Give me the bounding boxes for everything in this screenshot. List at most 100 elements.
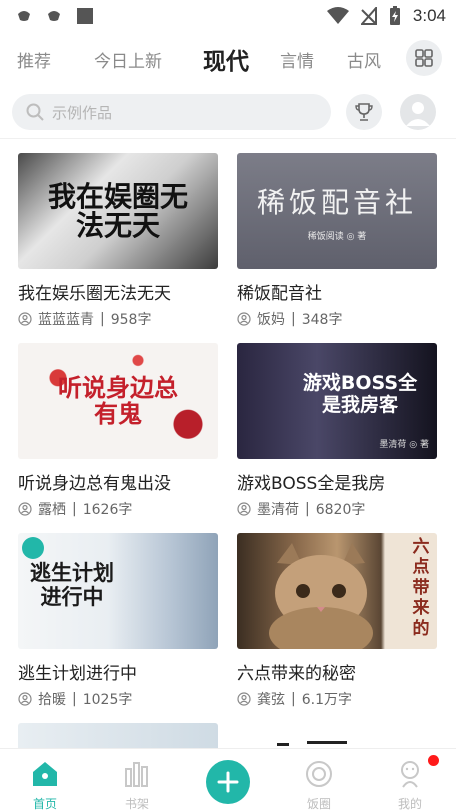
book-meta: 龚弦 | 6.1万字	[237, 689, 437, 709]
tab-today-new[interactable]: 今日上新	[94, 47, 162, 72]
author-icon	[18, 502, 32, 516]
tab-ancient[interactable]: 古风	[347, 47, 381, 72]
author-icon	[237, 502, 251, 516]
nav-bookshelf-label: 书架	[124, 797, 149, 811]
author-icon	[18, 312, 32, 326]
word-count: 1626字	[82, 502, 133, 518]
status-bar: 3:04	[0, 0, 456, 32]
nav-home-label: 首页	[32, 797, 57, 811]
trophy-icon	[355, 103, 373, 121]
fan-circle-icon	[306, 761, 332, 787]
nav-profile-label: 我的	[397, 797, 422, 811]
book-title[interactable]: 逃生计划进行中	[18, 659, 218, 684]
wifi-icon	[326, 7, 349, 24]
kitten-illustration	[269, 543, 373, 649]
search-placeholder: 示例作品	[52, 103, 113, 122]
book-title[interactable]: 听说身边总有鬼出没	[18, 469, 218, 494]
search-icon	[26, 103, 44, 121]
cover-title-art: 六点带来的	[412, 537, 430, 639]
avatar-icon	[406, 102, 430, 126]
nav-home[interactable]: 首页	[15, 749, 75, 812]
book-meta: 饭妈 | 348字	[237, 309, 437, 329]
book-card[interactable]: 六点带来的 六点带来的秘密 龚弦 | 6.1万字	[237, 533, 437, 709]
clock: 3:04	[412, 6, 446, 25]
cover-fragment	[307, 741, 347, 744]
author-name: 露栖	[38, 502, 66, 518]
book-card[interactable]: 我在娱圈无法无天 我在娱乐圈无法无天 蓝蓝蓝青 | 958字	[18, 153, 218, 329]
book-cover[interactable]: 逃生计划进行中	[18, 533, 218, 649]
tab-romance[interactable]: 言情	[280, 47, 314, 72]
separator: |	[72, 691, 77, 707]
grid-icon	[415, 49, 433, 67]
author-name: 拾暖	[38, 692, 66, 708]
author-icon	[237, 312, 251, 326]
book-meta: 墨清荷 | 6820字	[237, 499, 437, 519]
book-cover[interactable]: 听说身边总有鬼	[18, 343, 218, 459]
author-name: 蓝蓝蓝青	[38, 312, 94, 328]
book-cover[interactable]: 稀饭配音社 稀饭阅读 ◎ 著	[237, 153, 437, 269]
book-cover[interactable]: 我在娱圈无法无天	[18, 153, 218, 269]
tab-recommend[interactable]: 推荐	[17, 47, 51, 72]
book-cover[interactable]	[237, 723, 437, 748]
book-meta: 露栖 | 1626字	[18, 499, 218, 519]
nav-bookshelf[interactable]: 书架	[107, 749, 167, 812]
book-card[interactable]: 逃生计划进行中 逃生计划进行中 拾暖 | 1025字	[18, 533, 218, 709]
bookshelf-icon	[125, 762, 148, 787]
separator: |	[291, 311, 296, 327]
word-count: 348字	[301, 312, 343, 328]
category-tabs: 推荐 今日上新 现代 言情 古风	[0, 36, 456, 82]
word-count: 6820字	[315, 502, 366, 518]
separator: |	[100, 311, 105, 327]
cover-title-art: 逃生计划进行中	[30, 560, 114, 609]
book-card[interactable]: 听说身边总有鬼 听说身边总有鬼出没 露栖 | 1626字	[18, 343, 218, 519]
separator: |	[305, 501, 310, 517]
create-button[interactable]	[206, 760, 250, 804]
nav-fan-circle[interactable]: 饭圈	[289, 749, 349, 812]
book-title[interactable]: 六点带来的秘密	[237, 659, 437, 684]
user-avatar[interactable]	[400, 94, 436, 130]
book-cover[interactable]: 六点带来的	[237, 533, 437, 649]
tab-modern[interactable]: 现代	[203, 42, 249, 76]
home-icon	[33, 762, 57, 786]
plus-icon	[217, 771, 239, 793]
author-name: 龚弦	[257, 692, 285, 708]
cover-title-art: 听说身边总有鬼	[58, 373, 178, 428]
book-cover[interactable]	[18, 723, 218, 748]
cover-fragment	[277, 743, 289, 746]
book-card[interactable]: 稀饭配音社 稀饭阅读 ◎ 著 稀饭配音社 饭妈 | 348字	[237, 153, 437, 329]
notification-icon	[48, 11, 60, 21]
book-title[interactable]: 我在娱乐圈无法无天	[18, 279, 218, 304]
cover-title-art: 我在娱圈无法无天	[47, 179, 188, 242]
app-logo	[22, 537, 44, 559]
author-name: 墨清荷	[257, 502, 299, 518]
book-title[interactable]: 稀饭配音社	[237, 279, 437, 304]
author-icon	[18, 692, 32, 706]
all-categories-button[interactable]	[406, 40, 442, 76]
book-meta: 拾暖 | 1025字	[18, 689, 218, 709]
app-notification-icon	[77, 8, 93, 24]
cover-title-art: 稀饭配音社	[256, 186, 417, 219]
word-count: 958字	[110, 312, 152, 328]
nav-fan-circle-label: 饭圈	[306, 797, 331, 811]
separator: |	[291, 691, 296, 707]
notification-badge	[428, 755, 439, 766]
word-count: 6.1万字	[301, 692, 352, 708]
bottom-navigation: 首页 书架 饭圈 我的	[0, 748, 456, 812]
profile-icon	[401, 761, 419, 788]
book-meta: 蓝蓝蓝青 | 958字	[18, 309, 218, 329]
author-icon	[237, 692, 251, 706]
no-signal-icon	[360, 7, 377, 25]
ranking-button[interactable]	[346, 94, 382, 130]
book-card[interactable]: 游戏BOSS全是我房客 墨清荷 ◎ 著 游戏BOSS全是我房 墨清荷 | 682…	[237, 343, 437, 519]
battery-charging-icon	[389, 6, 400, 25]
author-name: 饭妈	[257, 312, 285, 328]
header-divider	[0, 138, 456, 139]
cover-subtitle: 稀饭阅读 ◎ 著	[307, 232, 367, 242]
search-input[interactable]: 示例作品	[12, 94, 331, 130]
book-cover[interactable]: 游戏BOSS全是我房客 墨清荷 ◎ 著	[237, 343, 437, 459]
book-title[interactable]: 游戏BOSS全是我房	[237, 469, 437, 494]
separator: |	[72, 501, 77, 517]
word-count: 1025字	[82, 692, 133, 708]
cover-subtitle: 墨清荷 ◎ 著	[379, 440, 429, 450]
notification-icon	[18, 11, 30, 21]
